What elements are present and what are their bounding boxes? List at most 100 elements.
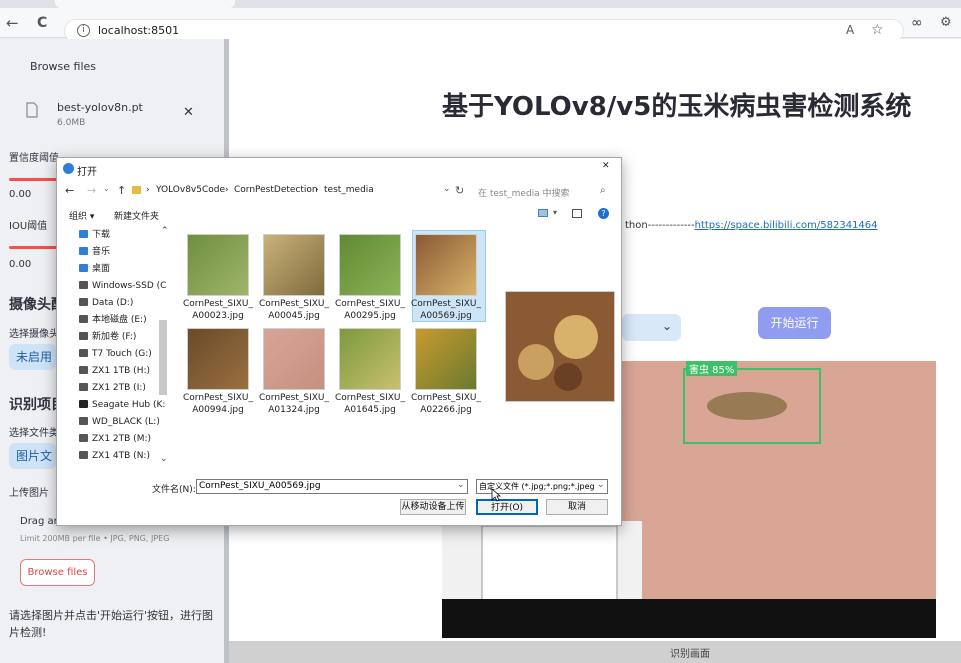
file-thumbnail[interactable] [415,328,477,390]
iou-label: IOU阈值 [9,221,48,232]
nav-item-label: Windows-SSD (C [92,281,167,291]
model-select[interactable]: ⌄ [622,314,681,341]
breadcrumb-1[interactable]: CornPestDetection [234,185,318,195]
dialog-search-placeholder: 在 test_media 中搜索 [478,189,570,199]
remove-file-icon[interactable]: ✕ [183,105,194,120]
nav-item[interactable]: ZX1 2TB (M:) [79,431,151,447]
nav-item-label: 下载 [92,230,111,240]
dialog-forward-icon[interactable]: → [87,184,96,197]
breadcrumb-sep-1: › [225,185,229,195]
preview-pane-icon[interactable] [572,209,582,218]
nav-item[interactable]: T7 Touch (G:) [79,346,152,362]
nav-scroll-up-icon[interactable]: ⌃ [161,226,169,236]
nav-item[interactable]: ZX1 1TB (H:) [79,363,150,379]
file-name-label: A01324.jpg [268,405,320,415]
info-icon[interactable]: i [77,24,90,37]
refresh-icon[interactable]: ↻ [455,184,464,197]
file-name-label: A00569.jpg [420,311,472,321]
file-name-label: A00994.jpg [192,405,244,415]
upload-label: 上传图片 [9,488,49,499]
file-type-label: 选择文件类 [9,428,59,439]
file-name-label: A00045.jpg [268,311,320,321]
nav-item[interactable]: Seagate Hub (K: [79,397,165,413]
file-thumbnail[interactable] [263,234,325,296]
run-button[interactable]: 开始运行 [758,307,831,339]
back-icon[interactable]: ← [6,14,19,32]
nav-scroll-down-icon[interactable]: ⌄ [160,454,168,464]
drive-icon [79,451,88,459]
help-icon[interactable]: ? [598,208,609,219]
breadcrumb-0[interactable]: YOLOv8v5Code [156,185,225,195]
browse-files-link[interactable]: Browse files [30,60,96,73]
drive-icon [79,400,88,408]
extensions-icon[interactable]: ⚙ [940,15,952,30]
nav-item[interactable]: 下载 [79,227,110,243]
file-name-label: A00295.jpg [344,311,396,321]
nav-item[interactable]: WD_BLACK (L:) [79,414,160,430]
nav-item[interactable]: 音乐 [79,244,110,260]
author-line-prefix: thon------------- [625,220,695,231]
file-thumbnail[interactable] [339,234,401,296]
file-name-label: CornPest_SIXU_ [410,393,482,403]
organize-menu[interactable]: 组织 ▾ [69,209,94,222]
browser-tab[interactable] [55,0,235,8]
nav-item[interactable]: Windows-SSD (C [79,278,166,294]
dialog-up-icon[interactable]: ↑ [117,184,126,197]
drive-icon [79,315,88,323]
drive-icon [79,264,88,272]
browse-files-button[interactable]: Browse files [20,559,95,586]
nav-item-label: T7 Touch (G:) [92,349,152,359]
filename-dropdown-icon[interactable]: ⌄ [457,480,465,490]
file-thumbnail[interactable] [415,234,477,296]
mobile-upload-button[interactable]: 从移动设备上传 [400,499,466,515]
drive-icon [79,298,88,306]
breadcrumb-2[interactable]: test_media [324,185,374,195]
breadcrumb-sep-0: › [146,185,150,195]
nav-item[interactable]: ZX1 4TB (N:) [79,448,150,464]
file-thumbnail[interactable] [187,328,249,390]
nav-item[interactable]: 桌面 [79,261,110,277]
url-text[interactable]: localhost:8501 [98,24,179,37]
file-thumbnail[interactable] [263,328,325,390]
copilot-icon[interactable]: ∞ [911,15,923,31]
path-dropdown-icon[interactable]: ⌄ [443,184,451,194]
nav-item-label: 新加卷 (F:) [92,332,137,342]
view-mode-icon[interactable] [538,209,548,217]
dialog-search-icon: ⌕ [600,185,606,196]
dialog-search-input[interactable]: 在 test_media 中搜索 ⌕ [472,183,612,201]
file-name-label: CornPest_SIXU_ [334,393,406,403]
view-dropdown-icon[interactable]: ▾ [553,208,557,217]
file-preview [505,291,615,402]
file-name-label: A01645.jpg [344,405,396,415]
nav-item-label: ZX1 2TB (M:) [92,434,151,444]
nav-item[interactable]: Data (D:) [79,295,133,311]
dialog-back-icon[interactable]: ← [65,184,74,197]
iou-slider[interactable] [9,246,57,249]
file-thumbnail[interactable] [339,328,401,390]
nav-scrollbar[interactable] [159,320,167,395]
new-folder-button[interactable]: 新建文件夹 [114,209,159,222]
reload-icon[interactable]: C [37,14,47,32]
nav-item-label: Seagate Hub (K: [92,400,166,410]
filetype-dropdown-icon[interactable]: ⌄ [597,480,605,490]
nav-item[interactable]: ZX1 2TB (I:) [79,380,146,396]
filename-input[interactable]: CornPest_SIXU_A00569.jpg [196,479,468,494]
read-aloud-icon[interactable]: A [846,23,854,37]
open-button[interactable]: 打开(O) [476,499,538,515]
star-icon[interactable]: ☆ [871,22,884,38]
dialog-title: 打开 [77,167,97,178]
dialog-close-icon[interactable]: ✕ [602,161,610,171]
dialog-dropdown-icon[interactable]: ⌄ [103,184,110,193]
file-type-select[interactable]: 图片文件 [9,443,56,469]
dialog-app-icon [63,163,74,174]
mouse-cursor-icon [491,488,501,502]
nav-item[interactable]: 本地磁盘 (E:) [79,312,147,328]
nav-item[interactable]: 新加卷 (F:) [79,329,136,345]
bilibili-link[interactable]: https://space.bilibili.com/582341464 [695,220,878,231]
drive-icon [79,332,88,340]
file-thumbnail[interactable] [187,234,249,296]
cancel-button[interactable]: 取消 [546,499,608,515]
conf-slider[interactable] [9,178,57,181]
camera-select[interactable]: 未启用摄 [9,344,56,370]
drive-icon [79,383,88,391]
